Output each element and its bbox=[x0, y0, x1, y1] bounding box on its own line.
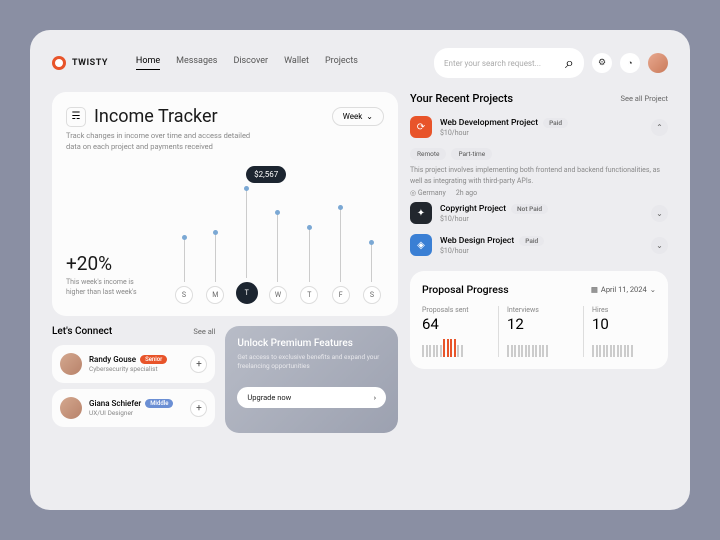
level-badge: Middle bbox=[145, 399, 173, 408]
tag: Remote bbox=[410, 148, 446, 160]
stat-value: 64 bbox=[422, 315, 486, 333]
project-row: ◈ Web Design ProjectPaid$10/hour ⌄ bbox=[410, 229, 668, 261]
brand-name: TWISTY bbox=[72, 58, 108, 68]
day-button[interactable]: F bbox=[332, 286, 350, 304]
notifications-button[interactable]: ◔ bbox=[620, 53, 640, 73]
premium-title: Unlock Premium Features bbox=[237, 338, 386, 349]
stat-label: Interviews bbox=[507, 306, 571, 314]
upgrade-button[interactable]: Upgrade now › bbox=[237, 387, 386, 408]
income-chart: SM$2,567TWTFS bbox=[172, 164, 384, 304]
user-avatar[interactable] bbox=[648, 53, 668, 73]
stat-percent: +20% bbox=[66, 252, 151, 275]
person-avatar bbox=[60, 353, 82, 375]
connect-seeall[interactable]: See all bbox=[193, 327, 215, 336]
person-name: Randy GouseSenior bbox=[89, 355, 183, 364]
day-button[interactable]: S bbox=[363, 286, 381, 304]
stat-value: 10 bbox=[592, 315, 656, 333]
chevron-down-icon: ⌄ bbox=[650, 285, 656, 294]
stat-block: Proposals sent64 bbox=[422, 306, 486, 357]
person-card: Randy GouseSeniorCybersecurity specialis… bbox=[52, 345, 215, 383]
day-button[interactable]: S bbox=[175, 286, 193, 304]
project-meta: ◎ Germany bbox=[410, 189, 446, 197]
status-badge: Paid bbox=[543, 118, 568, 128]
stat-value: 12 bbox=[507, 315, 571, 333]
person-card: Giana SchieferMiddleUX/UI Designer + bbox=[52, 389, 215, 427]
main-nav: Home Messages Discover Wallet Projects bbox=[136, 56, 358, 70]
date-selector[interactable]: ▦ April 11, 2024 ⌄ bbox=[591, 285, 656, 294]
premium-card: Unlock Premium Features Get access to ex… bbox=[225, 326, 398, 433]
status-badge: Not Paid bbox=[511, 204, 548, 214]
project-title: Web Design ProjectPaid bbox=[440, 236, 643, 246]
stat-label: Proposals sent bbox=[422, 306, 486, 314]
settings-button[interactable]: ⚙ bbox=[592, 53, 612, 73]
income-tracker-card: ☴ Income Tracker Week ⌄ Track changes in… bbox=[52, 92, 398, 316]
chevron-down-icon: ⌄ bbox=[366, 112, 373, 121]
logo-icon bbox=[52, 56, 66, 70]
nav-messages[interactable]: Messages bbox=[176, 56, 217, 70]
project-meta: 2h ago bbox=[456, 189, 477, 197]
bell-icon: ◔ bbox=[627, 58, 632, 69]
project-icon: ⟳ bbox=[410, 116, 432, 138]
project-rate: $10/hour bbox=[440, 215, 643, 223]
chart-tooltip: $2,567 bbox=[246, 166, 286, 183]
stat-block: Hires10 bbox=[583, 306, 656, 357]
project-row: ✦ Copyright ProjectNot Paid$10/hour ⌄ bbox=[410, 197, 668, 229]
connect-title: Let's Connect bbox=[52, 326, 112, 337]
stat-bars bbox=[507, 339, 571, 357]
proposal-card: Proposal Progress ▦ April 11, 2024 ⌄ Pro… bbox=[410, 271, 668, 369]
search-icon[interactable]: ⌕ bbox=[565, 53, 574, 73]
nav-home[interactable]: Home bbox=[136, 56, 160, 70]
logo[interactable]: TWISTY bbox=[52, 56, 108, 70]
project-rate: $10/hour bbox=[440, 247, 643, 255]
nav-projects[interactable]: Projects bbox=[325, 56, 358, 70]
tracker-icon: ☴ bbox=[66, 107, 86, 127]
stat-block: Interviews12 bbox=[498, 306, 571, 357]
tracker-subtitle: Track changes in income over time and ac… bbox=[66, 131, 256, 152]
projects-section: Your Recent Projects See all Project ⟳ We… bbox=[410, 92, 668, 261]
project-icon: ◈ bbox=[410, 234, 432, 256]
search-input[interactable] bbox=[444, 59, 559, 68]
stat-sub: This week's income is higher than last w… bbox=[66, 278, 151, 298]
expand-button[interactable]: ⌃ bbox=[651, 119, 668, 136]
period-selector[interactable]: Week ⌄ bbox=[332, 107, 384, 126]
day-button[interactable]: M bbox=[206, 286, 224, 304]
person-name: Giana SchieferMiddle bbox=[89, 399, 183, 408]
gear-icon: ⚙ bbox=[598, 58, 606, 68]
expand-button[interactable]: ⌄ bbox=[651, 205, 668, 222]
project-title: Web Development ProjectPaid bbox=[440, 118, 643, 128]
expand-button[interactable]: ⌄ bbox=[651, 237, 668, 254]
projects-title: Your Recent Projects bbox=[410, 92, 513, 105]
day-button[interactable]: W bbox=[269, 286, 287, 304]
premium-sub: Get access to exclusive benefits and exp… bbox=[237, 353, 386, 371]
level-badge: Senior bbox=[140, 355, 167, 364]
stat-bars bbox=[422, 339, 486, 357]
project-desc: This project involves implementing both … bbox=[410, 165, 668, 186]
connect-section: Let's Connect See all Randy GouseSeniorC… bbox=[52, 326, 215, 433]
tracker-title: Income Tracker bbox=[94, 106, 218, 127]
chevron-right-icon: › bbox=[374, 393, 376, 402]
nav-wallet[interactable]: Wallet bbox=[284, 56, 309, 70]
person-role: UX/UI Designer bbox=[89, 409, 183, 417]
project-row: ⟳ Web Development ProjectPaid$10/hour ⌃ bbox=[410, 111, 668, 143]
nav-discover[interactable]: Discover bbox=[233, 56, 268, 70]
proposal-title: Proposal Progress bbox=[422, 283, 509, 296]
day-button[interactable]: T bbox=[236, 282, 258, 304]
projects-seeall[interactable]: See all Project bbox=[621, 94, 668, 103]
add-button[interactable]: + bbox=[190, 356, 207, 373]
calendar-icon: ▦ bbox=[591, 285, 598, 294]
project-title: Copyright ProjectNot Paid bbox=[440, 204, 643, 214]
status-badge: Paid bbox=[519, 236, 544, 246]
search-box[interactable]: ⌕ bbox=[434, 48, 584, 78]
stat-label: Hires bbox=[592, 306, 656, 314]
add-button[interactable]: + bbox=[190, 400, 207, 417]
stat-bars bbox=[592, 339, 656, 357]
person-avatar bbox=[60, 397, 82, 419]
person-role: Cybersecurity specialist bbox=[89, 365, 183, 373]
day-button[interactable]: T bbox=[300, 286, 318, 304]
project-icon: ✦ bbox=[410, 202, 432, 224]
tag: Part-time bbox=[451, 148, 492, 160]
project-rate: $10/hour bbox=[440, 129, 643, 137]
